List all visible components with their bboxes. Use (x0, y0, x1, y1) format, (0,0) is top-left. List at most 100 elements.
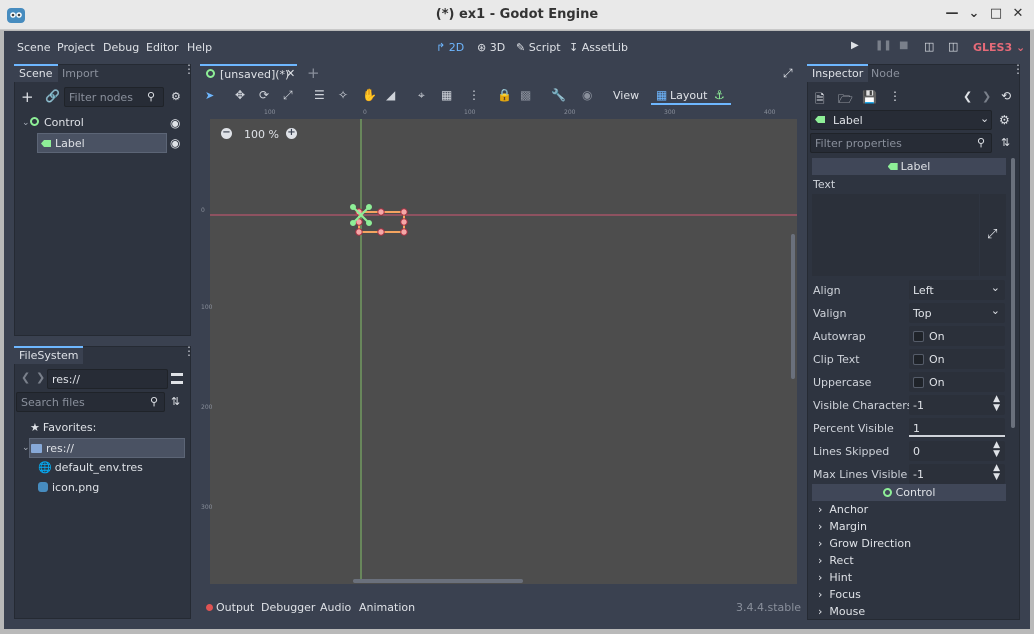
workspace-script-button[interactable]: ✎ Script (516, 41, 561, 54)
zoom-level[interactable]: 100 % (244, 128, 279, 141)
group-rect[interactable]: › Rect (818, 554, 854, 567)
bottom-tab-audio[interactable]: Audio (320, 601, 351, 614)
tree-collapse-icon[interactable]: ⌄ (22, 118, 30, 128)
bone-icon[interactable]: 🔧 (551, 88, 566, 102)
autowrap-checkbox[interactable]: On (909, 326, 1005, 346)
vertical-scrollbar[interactable] (791, 234, 795, 379)
fs-item-default-env[interactable]: 🌐 default_env.tres (38, 458, 143, 478)
pan-tool-icon[interactable]: ✋ (362, 88, 377, 102)
pivot-tool-icon[interactable]: ✧ (338, 88, 348, 102)
filter-properties-input[interactable]: Filter properties (810, 133, 992, 153)
horizontal-scrollbar[interactable] (353, 579, 523, 583)
script-attach-icon[interactable]: ⚙ (171, 90, 181, 103)
open-folder-icon[interactable]: 🗁 (838, 90, 853, 111)
expand-editor-icon[interactable]: ⤢ (987, 227, 997, 242)
lock-icon[interactable]: 🔒 (497, 88, 512, 102)
resource-menu-icon[interactable]: ⋮ (889, 89, 901, 103)
tab-scene[interactable]: Scene (14, 64, 58, 82)
search-files-input[interactable]: Search files (16, 392, 165, 412)
uppercase-checkbox[interactable]: On (909, 372, 1005, 392)
link-icon[interactable]: 🔗 (45, 89, 60, 103)
group-anchor[interactable]: › Anchor (818, 503, 868, 516)
minimize-button[interactable]: — (944, 6, 960, 22)
view-menu[interactable]: View (613, 89, 639, 102)
select-tool-icon[interactable]: ➤ (205, 89, 214, 102)
split-view-icon[interactable] (171, 373, 183, 384)
visibility-eye-icon[interactable]: ◉ (170, 116, 180, 130)
bottom-tab-animation[interactable]: Animation (359, 601, 415, 614)
add-node-icon[interactable]: + (21, 88, 34, 106)
inspector-options-icon[interactable]: ⇅ (1001, 136, 1010, 149)
play-scene-icon[interactable]: ◫ (924, 40, 934, 53)
tab-import[interactable]: Import (57, 64, 104, 82)
close-button[interactable]: ✕ (1010, 6, 1026, 22)
label-section-header[interactable]: Label (812, 158, 1006, 175)
maximize-button[interactable]: □ (988, 6, 1004, 22)
distraction-free-icon[interactable]: ⤢ (783, 66, 793, 81)
stop-icon[interactable]: ■ (899, 40, 908, 51)
close-tab-icon[interactable]: ✕ (286, 67, 295, 80)
percent-visible-slider[interactable]: 1 (909, 418, 1005, 438)
scene-dock-menu-icon[interactable]: ⋮ (183, 63, 195, 81)
tab-filesystem[interactable]: FileSystem (14, 346, 84, 364)
object-properties-icon[interactable]: ⚙ (999, 113, 1010, 127)
scale-tool-icon[interactable]: ⤢ (283, 88, 293, 103)
move-tool-icon[interactable]: ✥ (235, 88, 245, 102)
forward-arrow-icon[interactable]: ❯ (36, 371, 45, 384)
play-custom-scene-icon[interactable]: ◫ (948, 40, 958, 53)
object-selector[interactable]: Label (810, 110, 992, 130)
rotate-tool-icon[interactable]: ⟳ (259, 88, 269, 102)
tree-node-label[interactable]: Label (37, 133, 167, 153)
inspector-menu-icon[interactable]: ⋮ (1012, 63, 1024, 81)
group-grow-direction[interactable]: › Grow Direction (818, 537, 911, 550)
new-scene-tab-icon[interactable]: + (307, 64, 320, 82)
fs-item-icon-png[interactable]: icon.png (38, 478, 99, 498)
grid-snap-icon[interactable]: ▦ (441, 88, 452, 102)
ruler-tool-icon[interactable]: ◢ (386, 88, 395, 102)
visibility-eye-icon[interactable]: ◉ (170, 136, 180, 150)
menu-editor[interactable]: Editor (146, 41, 179, 54)
tree-node-control[interactable]: Control (30, 113, 170, 133)
tab-node[interactable]: Node (866, 64, 905, 82)
bottom-tab-debugger[interactable]: Debugger (261, 601, 315, 614)
group-margin[interactable]: › Margin (818, 520, 867, 533)
clip-text-checkbox[interactable]: On (909, 349, 1005, 369)
scene-tab-unsaved[interactable]: [unsaved](*) ✕ (200, 64, 297, 84)
renderer-select[interactable]: GLES3 ⌄ (973, 41, 1025, 54)
align-dropdown[interactable]: Left ⌄ (909, 280, 1005, 300)
menu-project[interactable]: Project (57, 41, 95, 54)
lines-skipped-spinbox[interactable]: 0 ▲ ▼ (909, 441, 1005, 461)
inspector-scrollbar[interactable] (1011, 158, 1015, 428)
text-property-editor[interactable] (812, 194, 979, 276)
smart-snap-icon[interactable]: ⌖ (418, 88, 425, 103)
workspace-3d-button[interactable]: ⊛ 3D (477, 41, 505, 54)
menu-help[interactable]: Help (187, 41, 212, 54)
group-mouse[interactable]: › Mouse (818, 605, 865, 618)
menu-debug[interactable]: Debug (103, 41, 139, 54)
history-icon[interactable]: ⟲ (1001, 89, 1011, 103)
history-back-icon[interactable]: ❮ (963, 90, 972, 103)
favorites-item[interactable]: ★ Favorites: (30, 418, 96, 438)
visible-characters-spinbox[interactable]: -1 ▲ ▼ (909, 395, 1005, 415)
zoom-out-icon[interactable]: − (221, 128, 232, 139)
path-input[interactable]: res:// (47, 369, 168, 389)
snap-options-icon[interactable]: ⋮ (468, 88, 480, 102)
play-icon[interactable]: ▶ (851, 40, 859, 51)
save-icon[interactable]: 💾 (862, 90, 877, 104)
layout-menu[interactable]: ▦ Layout ⚓ (651, 87, 731, 105)
fs-item-res[interactable]: res:// (29, 438, 185, 458)
menu-scene[interactable]: Scene (17, 41, 51, 54)
bottom-tab-output[interactable]: Output (216, 601, 254, 614)
camera-override-icon[interactable]: ◉ (582, 88, 592, 102)
control-section-header[interactable]: Control (812, 484, 1006, 501)
back-arrow-icon[interactable]: ❮ (21, 371, 30, 384)
group-icon[interactable]: ▩ (520, 88, 531, 102)
minimize-alt-icon[interactable]: ⌄ (966, 6, 982, 22)
filesystem-dock-menu-icon[interactable]: ⋮ (183, 345, 195, 363)
zoom-in-icon[interactable]: + (286, 128, 297, 139)
valign-dropdown[interactable]: Top ⌄ (909, 303, 1005, 323)
max-lines-visible-spinbox[interactable]: -1 ▲ ▼ (909, 464, 1005, 484)
pause-icon[interactable]: ❚❚ (875, 40, 892, 51)
sort-icon[interactable]: ⇅ (171, 395, 180, 408)
group-focus[interactable]: › Focus (818, 588, 861, 601)
